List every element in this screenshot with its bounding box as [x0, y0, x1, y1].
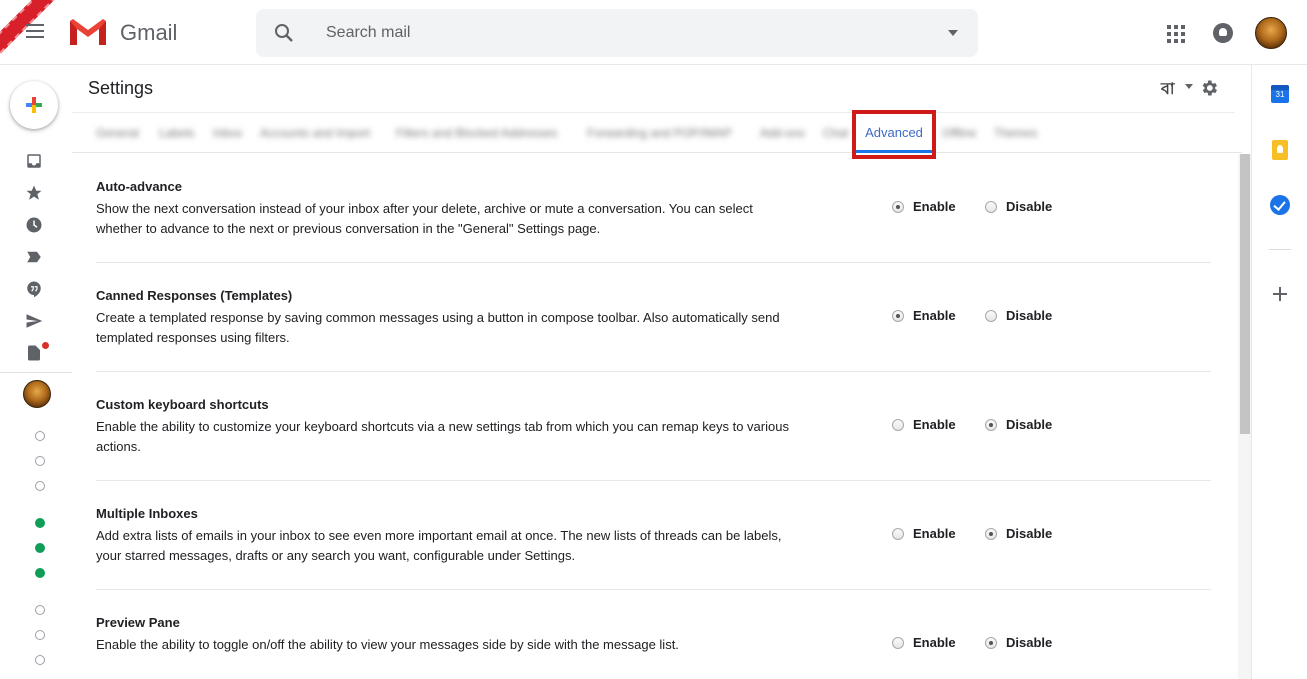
setting-description: Create a templated response by saving co…: [96, 310, 780, 345]
tab-general[interactable]: General: [96, 126, 139, 140]
disable-radio[interactable]: [985, 636, 997, 649]
search-input[interactable]: [326, 21, 886, 45]
hangouts-contact-status[interactable]: [35, 655, 45, 665]
input-tools-button[interactable]: বা: [1161, 76, 1175, 103]
enable-radio[interactable]: [892, 200, 904, 213]
top-bar: Gmail: [0, 0, 1307, 65]
enable-label[interactable]: Enable: [913, 635, 956, 650]
enable-label[interactable]: Enable: [913, 308, 956, 323]
hangouts-contact-status[interactable]: [35, 630, 45, 640]
draft-icon[interactable]: [24, 343, 44, 363]
tab-labels[interactable]: Labels: [159, 126, 194, 140]
disable-radio[interactable]: [985, 309, 997, 322]
enable-option[interactable]: Enable: [892, 199, 956, 214]
calendar-icon[interactable]: 31: [1271, 85, 1289, 103]
setting-title: Canned Responses (Templates): [96, 288, 293, 303]
tab-inbox[interactable]: Inbox: [213, 126, 242, 140]
disable-option[interactable]: Disable: [985, 417, 1052, 432]
rail-divider: [0, 372, 72, 373]
setting-row-preview-pane: Preview Pane Enable the ability to toggl…: [96, 590, 1211, 679]
hangouts-contact-status[interactable]: [35, 518, 45, 528]
setting-title: Auto-advance: [96, 179, 182, 194]
enable-option[interactable]: Enable: [892, 635, 956, 650]
setting-title: Multiple Inboxes: [96, 506, 198, 521]
gmail-logo-icon[interactable]: [68, 17, 108, 47]
setting-row-custom-keyboard-shortcuts: Custom keyboard shortcuts Enable the abi…: [96, 372, 1211, 481]
send-icon[interactable]: [24, 311, 44, 331]
disable-label[interactable]: Disable: [1006, 308, 1052, 323]
disable-option[interactable]: Disable: [985, 635, 1052, 650]
disable-label[interactable]: Disable: [1006, 199, 1052, 214]
enable-label[interactable]: Enable: [913, 526, 956, 541]
tab-chat[interactable]: Chat: [823, 126, 848, 140]
notifications-icon[interactable]: [1213, 23, 1233, 43]
disable-label[interactable]: Disable: [1006, 417, 1052, 432]
tab-filters[interactable]: Filters and Blocked Addresses: [396, 126, 557, 140]
tab-accounts-and-import[interactable]: Accounts and Import: [260, 126, 370, 140]
tab-add-ons[interactable]: Add-ons: [760, 126, 805, 140]
advanced-settings-list: Auto-advance Show the next conversation …: [72, 154, 1238, 679]
settings-tabs: General Labels Inbox Accounts and Import…: [72, 113, 1242, 153]
app-name[interactable]: Gmail: [120, 20, 177, 46]
hangouts-contact-status[interactable]: [35, 568, 45, 578]
enable-label[interactable]: Enable: [913, 417, 956, 432]
disable-label[interactable]: Disable: [1006, 635, 1052, 650]
enable-option[interactable]: Enable: [892, 526, 956, 541]
setting-description: Show the next conversation instead of yo…: [96, 201, 753, 236]
disable-option[interactable]: Disable: [985, 199, 1052, 214]
disable-radio[interactable]: [985, 527, 997, 540]
enable-option[interactable]: Enable: [892, 417, 956, 432]
enable-option[interactable]: Enable: [892, 308, 956, 323]
disable-radio[interactable]: [985, 418, 997, 431]
keep-icon[interactable]: [1272, 140, 1288, 160]
hangouts-avatar[interactable]: [23, 380, 51, 408]
label-icon[interactable]: [24, 247, 44, 267]
hangouts-contact-status[interactable]: [35, 431, 45, 441]
setting-row-auto-advance: Auto-advance Show the next conversation …: [96, 154, 1211, 263]
setting-description: Add extra lists of emails in your inbox …: [96, 528, 782, 563]
tab-themes[interactable]: Themes: [994, 126, 1037, 140]
apps-grid-icon[interactable]: [1167, 25, 1185, 43]
setting-description: Enable the ability to toggle on/off the …: [96, 637, 679, 652]
tab-offline[interactable]: Offline: [942, 126, 976, 140]
hangouts-contact-status[interactable]: [35, 543, 45, 553]
page-title: Settings: [88, 78, 154, 98]
chevron-down-icon[interactable]: [1185, 84, 1193, 89]
side-panel-divider: [1269, 249, 1291, 250]
search-options-dropdown-icon[interactable]: [948, 30, 958, 36]
hangouts-contact-status[interactable]: [35, 605, 45, 615]
account-avatar[interactable]: [1255, 17, 1287, 49]
chat-icon[interactable]: [24, 279, 44, 299]
enable-label[interactable]: Enable: [913, 199, 956, 214]
setting-title: Preview Pane: [96, 615, 180, 630]
setting-description: Enable the ability to customize your key…: [96, 419, 789, 454]
enable-radio[interactable]: [892, 309, 904, 322]
tab-forwarding[interactable]: Forwarding and POP/IMAP: [587, 126, 732, 140]
tab-advanced[interactable]: Advanced: [854, 113, 934, 153]
disable-radio[interactable]: [985, 200, 997, 213]
gear-icon[interactable]: [1199, 78, 1219, 98]
add-addon-icon[interactable]: [1271, 285, 1289, 303]
clock-icon[interactable]: [24, 215, 44, 235]
tasks-icon[interactable]: [1270, 195, 1290, 215]
enable-radio[interactable]: [892, 418, 904, 431]
setting-row-multiple-inboxes: Multiple Inboxes Add extra lists of emai…: [96, 481, 1211, 590]
star-icon[interactable]: [24, 183, 44, 203]
draft-badge: [42, 342, 49, 349]
disable-option[interactable]: Disable: [985, 308, 1052, 323]
disable-label[interactable]: Disable: [1006, 526, 1052, 541]
enable-radio[interactable]: [892, 527, 904, 540]
hangouts-contact-status[interactable]: [35, 456, 45, 466]
search-icon[interactable]: [272, 21, 296, 45]
scrollbar-thumb[interactable]: [1240, 154, 1250, 434]
enable-radio[interactable]: [892, 636, 904, 649]
compose-button[interactable]: [10, 81, 58, 129]
setting-row-canned-responses: Canned Responses (Templates) Create a te…: [96, 263, 1211, 372]
setting-title: Custom keyboard shortcuts: [96, 397, 269, 412]
hangouts-contact-status[interactable]: [35, 481, 45, 491]
inbox-icon[interactable]: [24, 151, 44, 171]
disable-option[interactable]: Disable: [985, 526, 1052, 541]
search-bar: [256, 9, 978, 57]
main-menu-button[interactable]: [20, 20, 50, 46]
